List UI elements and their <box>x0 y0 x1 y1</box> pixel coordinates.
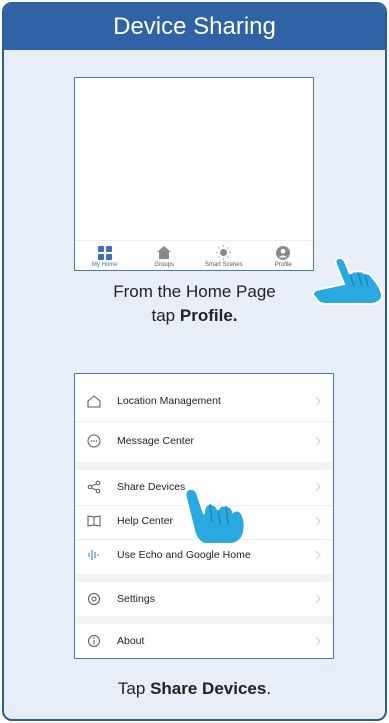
tab-label: Groups <box>154 262 175 268</box>
tab-groups[interactable]: Groups <box>135 245 195 268</box>
caption-text: tap <box>151 306 176 325</box>
chevron-right-icon <box>313 594 323 604</box>
menu-item-label: About <box>117 635 145 647</box>
chat-bubble-icon <box>85 432 103 450</box>
tab-label: My Home <box>91 262 118 268</box>
tab-smart-scenes[interactable]: Smart Scenes <box>194 245 254 268</box>
tab-profile[interactable]: Profile <box>254 245 314 268</box>
section-gap <box>75 616 333 624</box>
menu-item-message-center[interactable]: Message Center <box>75 426 333 456</box>
book-icon <box>85 512 103 530</box>
caption-line: tap Profile. <box>4 304 385 328</box>
menu-item-label: Location Management <box>117 395 221 407</box>
chevron-right-icon <box>313 516 323 526</box>
caption-text: . <box>266 679 272 698</box>
tab-label: Smart Scenes <box>204 262 243 268</box>
house-icon <box>157 245 172 260</box>
menu-item-settings[interactable]: Settings <box>75 584 333 614</box>
share-icon <box>85 478 103 496</box>
step2-caption: Tap Share Devices. <box>4 677 385 701</box>
caption-highlight: Share Devices <box>150 679 267 698</box>
sound-wave-icon <box>85 546 103 564</box>
profile-icon <box>276 245 291 260</box>
caption-highlight: Profile. <box>179 306 238 325</box>
house-outline-icon <box>85 392 103 410</box>
step1-caption: From the Home Page tap Profile. <box>4 280 385 328</box>
tab-my-home[interactable]: My Home <box>75 245 135 268</box>
menu-item-label: Use Echo and Google Home <box>117 549 251 561</box>
menu-item-location-management[interactable]: Location Management <box>75 386 333 416</box>
sun-icon <box>216 245 232 260</box>
menu-item-label: Message Center <box>117 435 195 447</box>
divider <box>75 421 333 422</box>
info-icon <box>85 632 103 650</box>
pointing-hand-icon <box>184 487 246 545</box>
chevron-right-icon <box>313 436 323 446</box>
tab-label: Profile <box>274 262 292 268</box>
section-gap <box>75 462 333 470</box>
caption-text: Tap <box>117 679 146 698</box>
caption-line: From the Home Page <box>113 282 276 301</box>
chevron-right-icon <box>313 396 323 406</box>
page-title: Device Sharing <box>4 4 385 50</box>
grid-icon <box>97 245 112 260</box>
device-sharing-card: Device Sharing My Home Groups Smart Scen… <box>2 2 387 721</box>
chevron-right-icon <box>313 482 323 492</box>
bottom-tab-bar: My Home Groups Smart Scenes Profile <box>75 240 313 270</box>
chevron-right-icon <box>313 636 323 646</box>
section-gap <box>75 574 333 582</box>
settings-icon <box>85 590 103 608</box>
menu-item-about[interactable]: About <box>75 626 333 656</box>
menu-item-label: Settings <box>117 593 155 605</box>
home-page-screenshot: My Home Groups Smart Scenes Profile <box>74 77 314 271</box>
chevron-right-icon <box>313 550 323 560</box>
